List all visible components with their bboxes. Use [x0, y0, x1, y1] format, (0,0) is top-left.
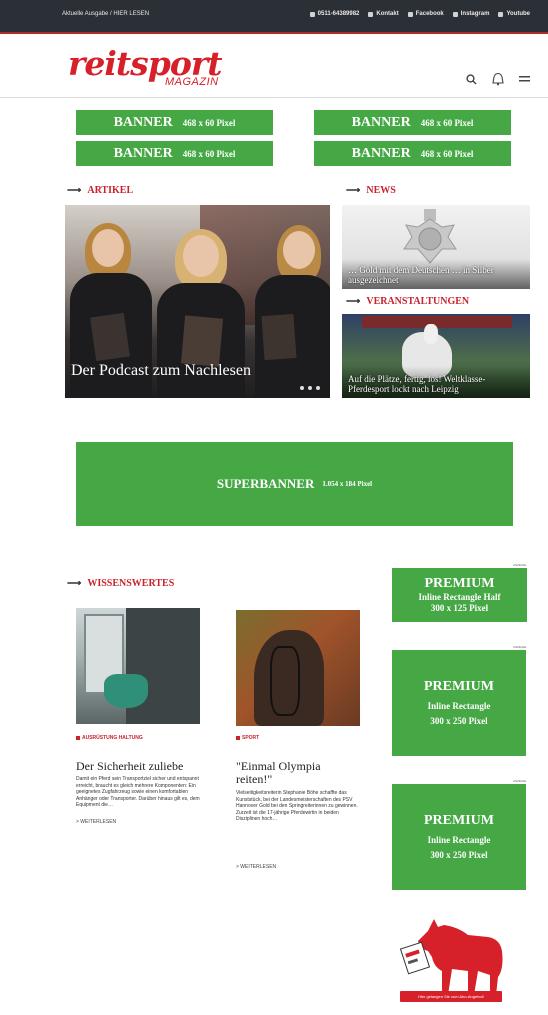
premium-title: PREMIUM [424, 679, 494, 694]
phone-link[interactable]: 0511-64389982 [309, 11, 360, 17]
instagram-icon [452, 11, 458, 17]
arrow-right-icon: ⟶ [346, 296, 361, 307]
section-title: ARTIKEL [87, 185, 134, 196]
card-title[interactable]: Der Sicherheit zuliebe [76, 760, 226, 773]
premium-title: PREMIUM [424, 576, 495, 591]
arrow-right-icon: ⟶ [67, 185, 82, 196]
site-logo-sub: MAGAZIN [165, 76, 219, 88]
search-icon[interactable] [466, 73, 477, 85]
facebook-link[interactable]: Facebook [407, 11, 444, 17]
premium-title: PREMIUM [424, 813, 494, 828]
card-image[interactable] [76, 608, 200, 724]
page: Aktuelle Ausgabe / HIER LESEN 0511-64389… [0, 0, 548, 1015]
card-excerpt: Vielseitigkeitsreiterin Stephanie Böhe s… [236, 790, 358, 822]
instagram-label: Instagram [460, 11, 490, 17]
feed-bag [104, 674, 148, 708]
event-banner-strip [362, 316, 512, 328]
banner-ad[interactable]: BANNER 468 x 60 Pixel [314, 141, 511, 166]
card-title[interactable]: "Einmal Olympia reiten!" [236, 760, 346, 786]
top-bar-links: 0511-64389982 Kontakt Facebook Instagram… [309, 11, 530, 17]
slider-dots [300, 386, 320, 390]
premium-ad-rectangle[interactable]: PREMIUM Inline Rectangle 300 x 250 Pixel [392, 650, 526, 756]
news-teaser[interactable]: … Gold mit dem Deutschen … in Silber aus… [342, 205, 530, 289]
ad-label: ANZEIGE [513, 645, 527, 649]
banner-ad[interactable]: BANNER 468 x 60 Pixel [76, 141, 273, 166]
menu-icon[interactable] [519, 75, 530, 84]
facebook-label: Facebook [415, 11, 444, 17]
banner-ad[interactable]: BANNER 468 x 60 Pixel [314, 110, 511, 135]
section-heading-artikel[interactable]: ⟶ ARTIKEL [67, 185, 133, 196]
phone-icon [309, 11, 315, 17]
arrow-right-icon: ⟶ [67, 578, 82, 589]
event-rider [424, 324, 438, 344]
facebook-icon [407, 11, 413, 17]
ad-label: ANZEIGE [513, 563, 527, 567]
premium-size: 300 x 125 Pixel [430, 603, 489, 613]
banner-ad[interactable]: BANNER 468 x 60 Pixel [76, 110, 273, 135]
site-header: reitsport MAGAZIN [0, 36, 548, 98]
card-category[interactable]: SPORT [236, 735, 259, 741]
news-caption[interactable]: … Gold mit dem Deutschen … in Silber aus… [348, 265, 526, 285]
subscription-button[interactable]: Hier gelangen Sie zum Abo-Angebot! [400, 991, 502, 1002]
bell-icon[interactable] [491, 72, 505, 86]
superbanner-size: 1.054 x 184 Pixel [322, 480, 373, 488]
section-title: WISSENSWERTES [87, 578, 175, 589]
current-issue-link[interactable]: Aktuelle Ausgabe / HIER LESEN [62, 11, 149, 17]
youtube-link[interactable]: Youtube [498, 11, 530, 17]
category-label: AUSRÜSTUNG HALTUNG [82, 735, 143, 741]
article-hero-slider[interactable]: Der Podcast zum Nachlesen [65, 205, 330, 398]
arrow-right-icon: ⟶ [346, 185, 361, 196]
banner-size: 468 x 60 Pixel [420, 148, 474, 159]
card-image[interactable] [236, 610, 360, 726]
premium-ad-rectangle[interactable]: PREMIUM Inline Rectangle 300 x 250 Pixel [392, 784, 526, 890]
premium-format: Inline Rectangle [427, 701, 491, 711]
event-teaser[interactable]: Auf die Plätze, fertig, los! Weltklasse-… [342, 314, 530, 398]
superbanner-title: SUPERBANNER [216, 476, 315, 491]
contact-link[interactable]: Kontakt [368, 11, 399, 17]
banner-title: BANNER [113, 145, 173, 161]
top-bar: Aktuelle Ausgabe / HIER LESEN 0511-64389… [0, 0, 548, 34]
hero-caption[interactable]: Der Podcast zum Nachlesen [71, 362, 251, 380]
ad-label: ANZEIGE [513, 779, 527, 783]
banner-title: BANNER [351, 145, 411, 161]
superbanner-ad[interactable]: SUPERBANNER 1.054 x 184 Pixel [76, 442, 513, 526]
slider-dot[interactable] [308, 386, 312, 390]
section-title: NEWS [366, 185, 396, 196]
slider-dot[interactable] [300, 386, 304, 390]
contact-label: Kontakt [376, 11, 399, 17]
read-more-link[interactable]: > WEITERLESEN [236, 864, 276, 870]
youtube-icon [498, 11, 504, 17]
premium-format: Inline Rectangle [427, 835, 491, 845]
banner-size: 468 x 60 Pixel [420, 117, 474, 128]
card-category[interactable]: AUSRÜSTUNG HALTUNG [76, 735, 143, 741]
section-heading-wissenswertes[interactable]: ⟶ WISSENSWERTES [67, 578, 174, 589]
phone-number: 0511-64389982 [317, 11, 360, 17]
banner-size: 468 x 60 Pixel [182, 117, 236, 128]
premium-format: Inline Rectangle Half [418, 592, 501, 602]
youtube-label: Youtube [506, 11, 530, 17]
premium-size: 300 x 250 Pixel [430, 716, 488, 726]
tag-icon [236, 736, 240, 740]
premium-size: 300 x 250 Pixel [430, 850, 488, 860]
banner-title: BANNER [113, 114, 173, 130]
header-icons [466, 72, 530, 86]
banner-title: BANNER [351, 114, 411, 130]
section-title: VERANSTALTUNGEN [366, 296, 470, 307]
tag-icon [76, 736, 80, 740]
slider-dot[interactable] [316, 386, 320, 390]
trailer-interior [126, 608, 200, 724]
card-excerpt: Damit ein Pferd sein Transportziel siche… [76, 776, 200, 808]
instagram-link[interactable]: Instagram [452, 11, 490, 17]
bridle [270, 646, 300, 716]
premium-ad-half[interactable]: PREMIUM Inline Rectangle Half 300 x 125 … [392, 568, 527, 622]
banner-size: 468 x 60 Pixel [182, 148, 236, 159]
section-heading-news[interactable]: ⟶ NEWS [346, 185, 396, 196]
section-heading-veranstaltungen[interactable]: ⟶ VERANSTALTUNGEN [346, 296, 469, 307]
mail-icon [368, 11, 374, 17]
category-label: SPORT [242, 735, 260, 741]
event-caption[interactable]: Auf die Plätze, fertig, los! Weltklasse-… [348, 374, 526, 394]
read-more-link[interactable]: > WEITERLESEN [76, 819, 116, 825]
